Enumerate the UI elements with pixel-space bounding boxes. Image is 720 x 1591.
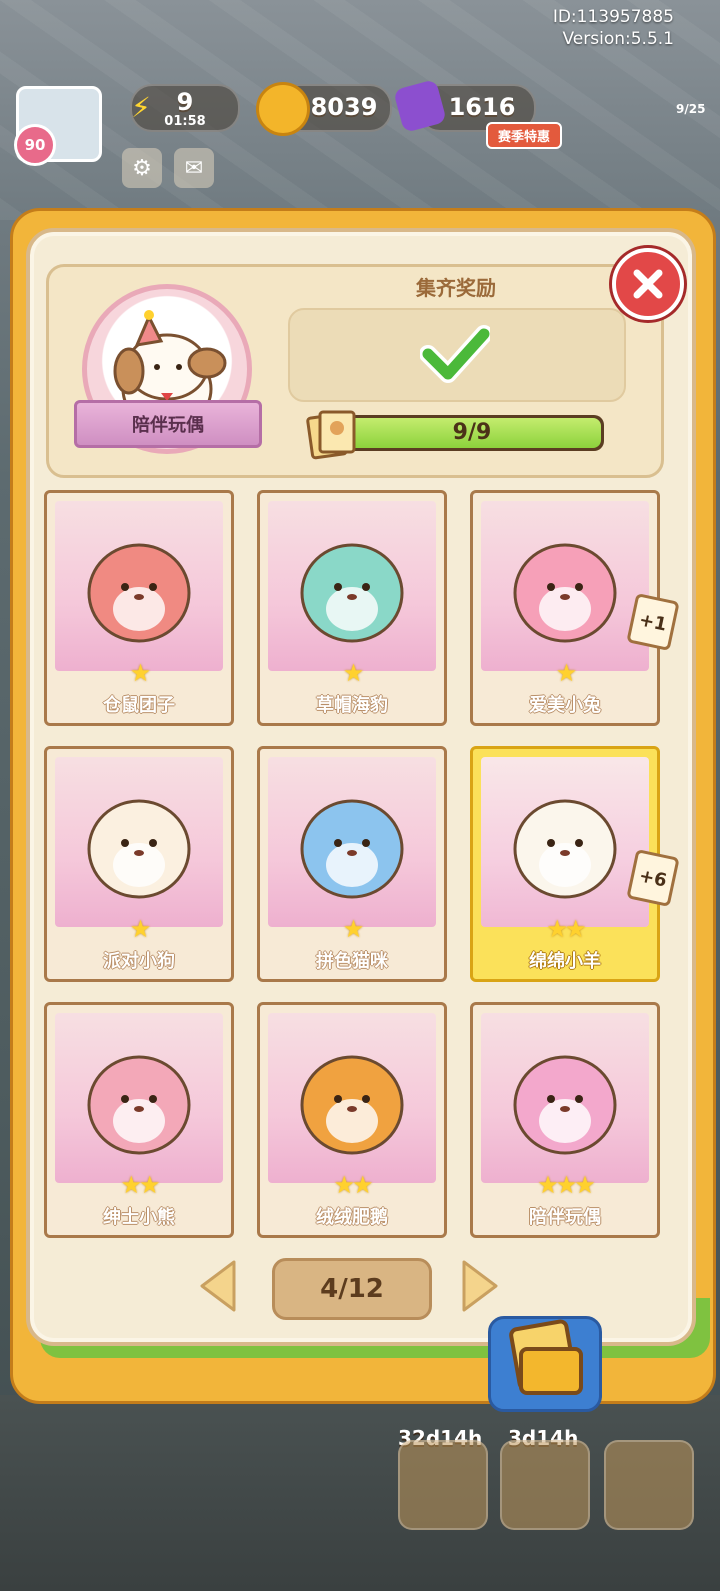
settings-gear-icon[interactable]: ⚙ (122, 148, 162, 188)
plush-toy-icon (87, 543, 191, 643)
collection-card[interactable]: ★ 派对小狗 (44, 746, 234, 982)
plush-toy-icon (87, 799, 191, 899)
close-button[interactable] (612, 248, 684, 320)
card-illustration (55, 1013, 223, 1183)
event-button-1[interactable] (398, 1440, 488, 1530)
event-button-2[interactable] (500, 1440, 590, 1530)
card-illustration (55, 501, 223, 671)
collection-card[interactable]: ★★★ 陪伴玩偶 (470, 1002, 660, 1238)
plush-toy-icon (300, 543, 404, 643)
card-name: 绒绒肥鹅 (316, 1207, 388, 1228)
close-icon (633, 269, 663, 299)
progress-text: 9/9 (452, 420, 492, 445)
prev-page-arrow-icon[interactable] (196, 1256, 240, 1316)
plush-toy-icon (87, 1055, 191, 1155)
collection-card[interactable]: ★ 仓鼠团子 (44, 490, 234, 726)
event-button-3[interactable] (604, 1440, 694, 1530)
reward-title: 集齐奖励 (416, 276, 496, 300)
collection-card[interactable]: ★★ 绵绵小羊 +6 (470, 746, 680, 982)
coin-value: 8039 (310, 93, 378, 121)
collection-name-ribbon: 陪伴玩偶 (74, 400, 262, 448)
card-illustration (268, 1013, 436, 1183)
card-name: 绵绵小羊 (529, 951, 601, 972)
card-pack-icon (509, 1319, 583, 1395)
mail-icon[interactable]: ✉ (174, 148, 214, 188)
card-rarity-stars: ★★ (120, 1171, 160, 1199)
task-counter: 9/25 (676, 102, 706, 116)
page-indicator: 4/12 (272, 1258, 432, 1320)
version-label: Version:5.5.1 (562, 29, 675, 49)
player-level-badge: 90 (14, 124, 56, 166)
card-illustration (481, 501, 649, 671)
card-name: 陪伴玩偶 (529, 1207, 601, 1228)
plush-toy-icon (513, 543, 617, 643)
account-id: ID:113957885 (552, 7, 674, 27)
card-illustration (268, 757, 436, 927)
build-info: ID:113957885 Version:5.5.1 (553, 6, 674, 50)
card-rarity-stars: ★★ (333, 1171, 373, 1199)
card-rarity-stars: ★★★ (537, 1171, 596, 1199)
card-illustration (481, 1013, 649, 1183)
plush-toy-icon (513, 1055, 617, 1155)
checkmark-icon (420, 325, 490, 383)
card-name: 派对小狗 (103, 951, 175, 972)
next-page-arrow-icon[interactable] (458, 1256, 502, 1316)
card-rarity-stars: ★ (129, 659, 152, 687)
card-rarity-stars: ★ (555, 659, 578, 687)
card-illustration (481, 757, 649, 927)
energy-timer: 01:58 (164, 114, 206, 129)
energy-value: 9 (176, 88, 194, 116)
card-illustration (268, 501, 436, 671)
coin-counter[interactable]: 8039 (256, 82, 392, 136)
plush-toy-icon (300, 1055, 404, 1155)
collection-card[interactable]: ★★ 绒绒肥鹅 (257, 1002, 447, 1238)
card-name: 草帽海豹 (316, 695, 388, 716)
card-name: 爱美小兔 (529, 695, 601, 716)
collection-card[interactable]: ★ 拼色猫咪 (257, 746, 447, 982)
photo-card-icon (306, 410, 356, 460)
card-rarity-stars: ★ (342, 659, 365, 687)
plush-toy-icon (513, 799, 617, 899)
collection-card[interactable]: ★★ 绅士小熊 (44, 1002, 234, 1238)
gem-value: 1616 (448, 93, 516, 121)
card-name: 拼色猫咪 (316, 951, 388, 972)
season-sale-button[interactable]: 赛季特惠 (486, 122, 563, 149)
plush-toy-icon (300, 799, 404, 899)
energy-counter[interactable]: ⚡ 9 01:58 (130, 84, 240, 132)
card-rarity-stars: ★ (129, 915, 152, 943)
card-rarity-stars: ★★ (546, 915, 586, 943)
card-rarity-stars: ★ (342, 915, 365, 943)
card-name: 绅士小熊 (103, 1207, 175, 1228)
collection-card[interactable]: ★ 草帽海豹 (257, 490, 447, 726)
card-name: 仓鼠团子 (103, 695, 175, 716)
album-exchange-button[interactable] (488, 1316, 602, 1412)
collection-card[interactable]: ★ 爱美小兔 +1 (470, 490, 680, 726)
card-illustration (55, 757, 223, 927)
